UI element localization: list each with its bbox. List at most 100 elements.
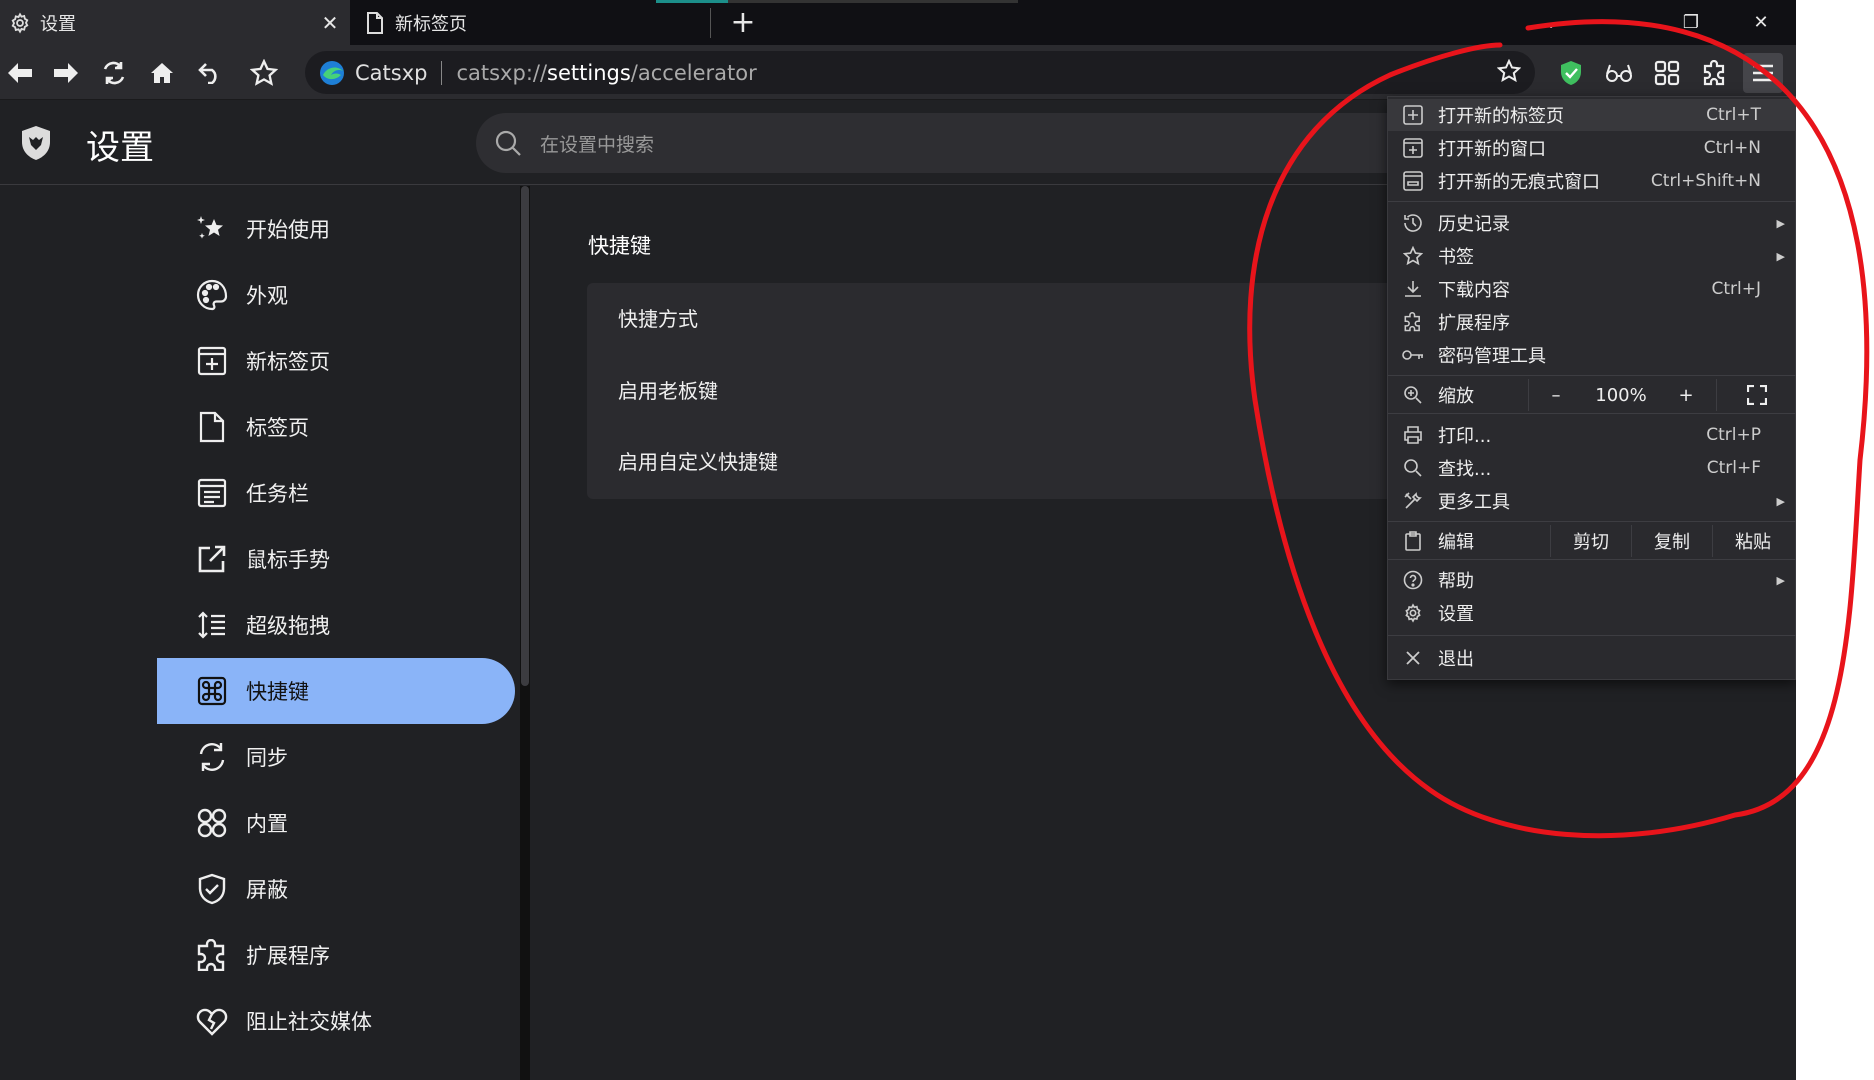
bookmark-page-button[interactable] [1496, 58, 1522, 88]
sidebar-item-block-social-media[interactable]: 阻止社交媒体 [157, 988, 515, 1054]
catsxp-logo-icon [320, 60, 344, 85]
reload-button[interactable] [94, 53, 134, 93]
glasses-icon [1606, 64, 1632, 82]
paste-button[interactable]: 粘贴 [1713, 525, 1793, 557]
reading-mode-button[interactable] [1599, 53, 1639, 93]
menu-item-new-window[interactable]: 打开新的窗口 Ctrl+N [1388, 132, 1796, 164]
shield-button[interactable] [1551, 53, 1591, 93]
bookmark-star-button[interactable] [244, 53, 284, 93]
main-menu-button[interactable] [1743, 53, 1783, 93]
reload-icon [103, 61, 125, 85]
sidebar-item-label: 扩展程序 [246, 944, 330, 968]
sidebar-item-mouse-gestures[interactable]: 鼠标手势 [157, 526, 515, 592]
fullscreen-icon [1747, 385, 1767, 405]
tab-settings[interactable]: 设置 ✕ [0, 0, 350, 45]
scrollbar-thumb[interactable] [521, 186, 529, 686]
sidebar-item-super-drag[interactable]: 超级拖拽 [157, 592, 515, 658]
address-bar[interactable]: Catsxp catsxp://settings/accelerator [305, 51, 1535, 94]
sidebar-item-shortcuts[interactable]: 快捷键 [157, 658, 515, 724]
palette-icon [195, 278, 229, 312]
settings-sidebar: 开始使用 外观 新标签页 标签页 任务栏 鼠标手势 超级拖拽 快捷键 同步 内置… [0, 186, 520, 1080]
print-icon [1388, 419, 1438, 451]
undo-button[interactable] [190, 53, 230, 93]
extensions-button[interactable] [1695, 53, 1735, 93]
external-link-icon [195, 542, 229, 576]
back-button[interactable] [0, 53, 40, 93]
arrow-right-icon [54, 63, 78, 83]
puzzle-icon [1388, 306, 1438, 338]
tab-new-tab[interactable]: 新标签页 [355, 0, 710, 45]
sidebar-item-get-started[interactable]: 开始使用 [157, 196, 515, 262]
menu-divider [1388, 521, 1796, 522]
menu-divider [1388, 559, 1796, 560]
restore-button[interactable]: ❐ [1656, 0, 1726, 45]
new-tab-icon [1388, 99, 1438, 131]
home-icon [151, 63, 173, 83]
fullscreen-button[interactable] [1717, 379, 1796, 411]
star-icon [1496, 58, 1522, 83]
menu-item-print[interactable]: 打印... Ctrl+P [1388, 419, 1796, 451]
row-custom-shortcuts[interactable]: 启用自定义快捷键 [618, 446, 778, 475]
new-tab-button[interactable]: + [725, 0, 761, 45]
close-icon [1388, 642, 1438, 674]
undo-icon [198, 63, 217, 84]
menu-divider [1388, 201, 1796, 202]
menu-item-extensions[interactable]: 扩展程序 [1388, 306, 1796, 338]
sidebar-item-label: 同步 [246, 746, 288, 770]
menu-item-exit[interactable]: 退出 [1388, 642, 1796, 674]
catsxp-shield-logo-icon [22, 126, 50, 160]
menu-item-downloads[interactable]: 下载内容 Ctrl+J [1388, 273, 1796, 305]
cut-button[interactable]: 剪切 [1551, 525, 1631, 557]
sidebar-item-label: 鼠标手势 [246, 548, 330, 572]
tools-icon [1388, 485, 1438, 517]
menu-item-new-tab[interactable]: 打开新的标签页 Ctrl+T [1388, 99, 1796, 131]
row-boss-key[interactable]: 启用老板键 [618, 375, 718, 404]
page-icon [195, 410, 229, 444]
forward-button[interactable] [46, 53, 86, 93]
sidebar-item-sync[interactable]: 同步 [157, 724, 515, 790]
zoom-level: 100% [1595, 384, 1647, 406]
main-menu: 打开新的标签页 Ctrl+T 打开新的窗口 Ctrl+N 打开新的无痕式窗口 C… [1387, 96, 1796, 680]
shield-icon [195, 872, 229, 906]
menu-item-help[interactable]: 帮助 ▶ [1388, 564, 1796, 596]
taskbar-icon [195, 476, 229, 510]
command-grid-icon [195, 806, 229, 840]
sidebar-item-extensions[interactable]: 扩展程序 [157, 922, 515, 988]
menu-item-bookmarks[interactable]: 书签 ▶ [1388, 240, 1796, 272]
new-tab-icon [195, 344, 229, 378]
sidebar-item-built-in[interactable]: 内置 [157, 790, 515, 856]
sidebar-scrollbar[interactable] [520, 186, 530, 1080]
sidebar-item-tabs[interactable]: 标签页 [157, 394, 515, 460]
menu-item-password-manager[interactable]: 密码管理工具 [1388, 339, 1796, 371]
tab-label: 新标签页 [395, 13, 467, 35]
page-title: 设置 [86, 128, 154, 168]
tab-label: 设置 [40, 13, 76, 35]
copy-button[interactable]: 复制 [1632, 525, 1712, 557]
menu-item-incognito-window[interactable]: 打开新的无痕式窗口 Ctrl+Shift+N [1388, 165, 1796, 197]
sidebar-item-blocking[interactable]: 屏蔽 [157, 856, 515, 922]
row-shortcut-method[interactable]: 快捷方式 [618, 303, 698, 332]
zoom-controls: – 100% + [1528, 379, 1714, 411]
menu-item-find[interactable]: 查找... Ctrl+F [1388, 452, 1796, 484]
zoom-in-button[interactable]: + [1658, 385, 1714, 406]
menu-item-more-tools[interactable]: 更多工具 ▶ [1388, 485, 1796, 517]
menu-item-settings[interactable]: 设置 [1388, 597, 1796, 629]
minimize-button[interactable]: — [1586, 0, 1656, 45]
sidebar-item-taskbar[interactable]: 任务栏 [157, 460, 515, 526]
browser-window: 设置 ✕ 新标签页 + ⌄ — ❐ ✕ Catsxp catsxp://sett… [0, 0, 1796, 1080]
tab-strip: 设置 ✕ 新标签页 + ⌄ — ❐ ✕ [0, 0, 1796, 45]
zoom-out-button[interactable]: – [1528, 385, 1584, 406]
close-window-button[interactable]: ✕ [1726, 0, 1796, 45]
tab-search-button[interactable]: ⌄ [1516, 0, 1586, 45]
clipboard-icon [1388, 525, 1438, 557]
home-button[interactable] [142, 53, 182, 93]
sidebar-item-appearance[interactable]: 外观 [157, 262, 515, 328]
apps-button[interactable] [1647, 53, 1687, 93]
shield-check-icon [1561, 61, 1581, 85]
tab-close-button[interactable]: ✕ [310, 0, 350, 45]
menu-item-history[interactable]: 历史记录 ▶ [1388, 207, 1796, 239]
search-icon [495, 130, 521, 156]
history-icon [1388, 207, 1438, 239]
sparkle-icon [195, 212, 229, 246]
sidebar-item-new-tab-page[interactable]: 新标签页 [157, 328, 515, 394]
